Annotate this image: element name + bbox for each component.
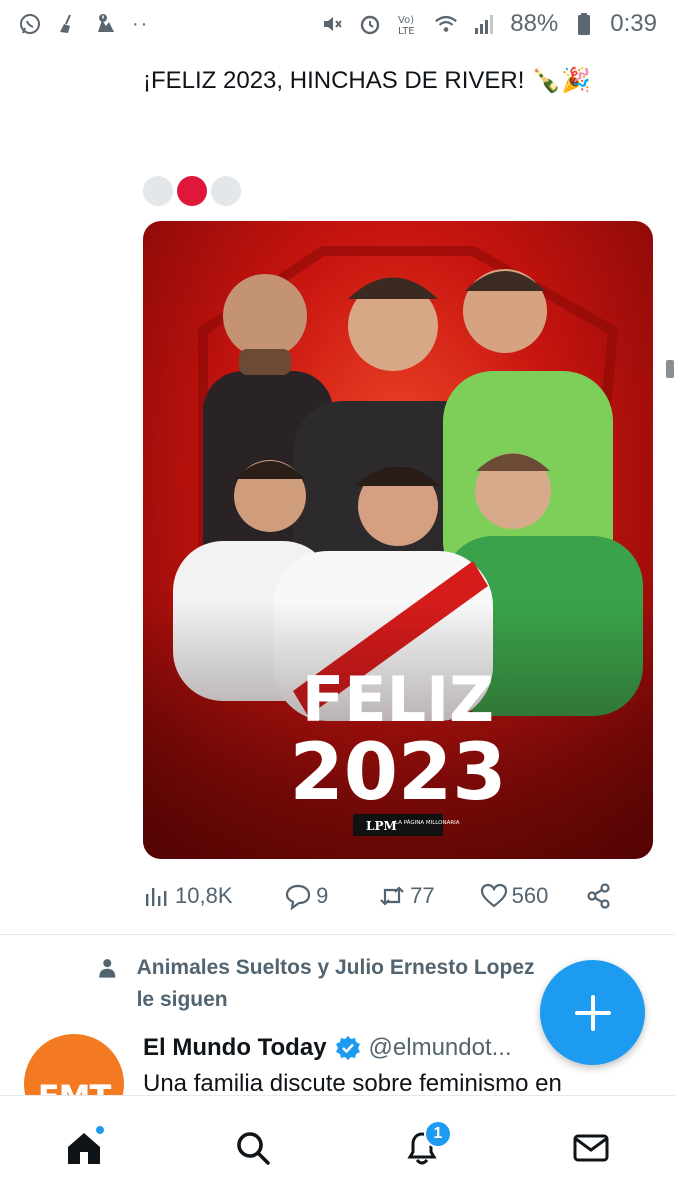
views-count: 10,8K [175, 883, 233, 908]
plus-icon [574, 994, 611, 1031]
views-action[interactable]: 10,8K [143, 882, 284, 910]
carousel-dot[interactable] [143, 176, 173, 206]
share-button[interactable] [585, 882, 613, 910]
author-name[interactable]: El Mundo Today [143, 1034, 327, 1062]
nav-notifications[interactable]: 1 [392, 1118, 452, 1178]
analytics-icon [146, 888, 167, 906]
share-icon [587, 883, 610, 909]
like-count: 560 [511, 883, 549, 908]
compose-tweet-button[interactable] [540, 960, 645, 1065]
carousel-dot[interactable] [211, 176, 241, 206]
search-icon [237, 1132, 270, 1165]
person-icon [99, 959, 116, 978]
more-dots-icon: ·· [132, 12, 150, 35]
next-tweet-text: Una familia discute sobre feminismo en [143, 1070, 562, 1097]
notification-badge: 1 [423, 1120, 452, 1148]
reply-count: 9 [316, 883, 329, 908]
follow-context[interactable]: Animales Sueltos y Julio Ernesto Lopez l… [96, 952, 536, 1016]
reply-button[interactable]: 9 [284, 882, 378, 910]
scrollbar-handle[interactable] [666, 360, 674, 378]
carousel-dot-active[interactable] [177, 176, 207, 206]
home-new-indicator [94, 1124, 107, 1136]
alarm-icon [358, 12, 382, 36]
nav-home[interactable] [54, 1118, 114, 1178]
status-bar: ·· Vo) LTE 88% 0:39 [0, 0, 675, 48]
retweet-icon [380, 886, 404, 906]
wifi-icon [434, 12, 458, 36]
battery-icon [572, 12, 596, 36]
tweet-divider [0, 934, 675, 935]
signal-icon [472, 12, 496, 36]
status-bar-left: ·· [18, 12, 149, 36]
clock: 0:39 [610, 10, 657, 37]
storage-alert-icon [94, 12, 118, 36]
nav-messages[interactable] [561, 1118, 621, 1178]
svg-text:Vo): Vo) [398, 15, 414, 26]
follow-context-text: Animales Sueltos y Julio Ernesto Lopez l… [136, 956, 535, 1011]
media-brand-mark: LPM [366, 819, 397, 833]
svg-text:LTE: LTE [398, 26, 415, 36]
carousel-indicator [143, 176, 241, 206]
whatsapp-icon [18, 12, 42, 36]
tweet-media-image[interactable]: FELIZ 2023 LPM LA PÁGINA MILLONARIA [143, 221, 653, 859]
like-button[interactable]: 560 [480, 882, 585, 910]
battery-percent: 88% [510, 10, 559, 37]
bottom-navigation: 1 [0, 1095, 675, 1200]
media-headline-line1: FELIZ [302, 663, 494, 736]
retweet-count: 77 [410, 883, 435, 908]
nav-search[interactable] [223, 1118, 283, 1178]
reply-icon [285, 884, 311, 910]
media-brand-name: LA PÁGINA MILLONARIA [395, 819, 460, 826]
broom-icon [56, 12, 80, 36]
media-headline-line2: 2023 [289, 728, 506, 818]
heart-icon [480, 883, 507, 908]
volte-icon: Vo) LTE [396, 12, 420, 36]
mute-icon [320, 12, 344, 36]
verified-badge-icon [335, 1036, 360, 1060]
tweet-actions: 10,8K 9 77 560 [143, 874, 613, 918]
status-bar-right: Vo) LTE 88% 0:39 [320, 10, 657, 38]
tweet-text: ¡FELIZ 2023, HINCHAS DE RIVER! 🍾🎉 [143, 67, 591, 94]
next-tweet-header: El Mundo Today @elmundot... [143, 1034, 512, 1062]
author-handle[interactable]: @elmundot... [369, 1034, 512, 1062]
retweet-button[interactable]: 77 [378, 882, 480, 910]
mail-icon [573, 1134, 609, 1162]
